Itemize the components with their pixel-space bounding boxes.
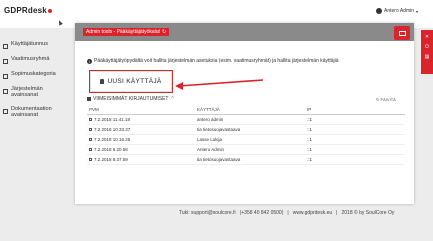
sidebar-item-label: Vaatimusryhmä (11, 56, 50, 62)
table-row: 7.2.2018 11.41.18 antero admin ::1 (87, 114, 405, 125)
sidebar-item-label: Käyttäjätunnus (11, 41, 49, 47)
sidebar-item-users[interactable]: Käyttäjätunnus (0, 40, 52, 55)
recent-logins-label: VIIMEISIMMÄT KIRJAUTUMISET (93, 96, 169, 102)
info-label: Pääkäyttäjätyöpydältä voit hallita järje… (94, 58, 339, 64)
user-icon (376, 8, 382, 14)
admin-tools-tag: Admin tools - Pääkäyttäjätyökalut ↻ (83, 28, 170, 36)
info-text: i Pääkäyttäjätyöpydältä voit hallita jär… (87, 58, 339, 64)
sidebar-item-label: Järjestelmän avainsanat (11, 86, 43, 98)
column-header-ip: IP (307, 106, 405, 115)
footer-phone: (+358 40 842 0500) (239, 210, 284, 216)
login-date: 7.2.2018 9.20.58 (87, 144, 197, 155)
table-row: 7.2.2018 9.20.58 Antero Admin ::1 (87, 144, 405, 155)
login-ip: ::1 (307, 114, 405, 125)
calendar-icon (89, 117, 92, 121)
recent-logins-table: PVM KÄYTTÄJÄ IP 7.2.2018 11.41.18 antero… (87, 106, 405, 165)
folder-icon (3, 74, 8, 79)
recent-logins-title: VIIMEISIMMÄT KIRJAUTUMISET ⌃ (87, 96, 175, 102)
tag-icon (3, 89, 8, 94)
logo-dot (47, 8, 52, 13)
folder-icon[interactable]: ▤ (421, 54, 433, 60)
table-header-row: PVM KÄYTTÄJÄ IP (87, 106, 405, 115)
column-header-user: KÄYTTÄJÄ (197, 106, 307, 115)
sidebar-item-system-keywords[interactable]: Järjestelmän avainsanat (0, 85, 52, 105)
calendar-icon (89, 147, 92, 151)
close-icon[interactable]: ✕ (421, 34, 433, 40)
refresh-icon[interactable]: ↻ (162, 29, 166, 35)
refresh-button[interactable]: ↻ PÄIVITÄ (376, 97, 396, 102)
app-logo[interactable]: GDPRdesk (4, 6, 52, 15)
chevron-up-icon[interactable]: ⌃ (170, 96, 174, 102)
mail-button[interactable] (394, 26, 410, 40)
sidebar-item-contract-categories[interactable]: Sopimuskategoria (0, 70, 56, 85)
new-user-button[interactable]: UUSI KÄYTTÄJÄ (89, 70, 173, 93)
pointer-arrow (175, 79, 264, 90)
login-ip: ::1 (307, 124, 405, 135)
footer-separator: | (336, 210, 338, 216)
footer-copyright: 2018 © by SoulCore Oy (341, 210, 395, 216)
login-date: 7.2.2018 10.16.25 (87, 134, 197, 145)
sidebar: Käyttäjätunnus Vaatimusryhmä Sopimuskate… (0, 40, 56, 125)
calendar-icon (89, 157, 92, 161)
footer-support[interactable]: Tuki: support@soulcore.fi (179, 210, 236, 216)
person-icon (100, 79, 105, 84)
right-toolbar: ✕ ⏻ ▤ (421, 30, 433, 74)
info-icon: i (87, 58, 92, 64)
chevron-down-icon: ▾ (416, 8, 419, 14)
user-name: Antero Admin (384, 8, 415, 14)
admin-tools-title: Admin tools - Pääkäyttäjätyökalut (86, 29, 160, 35)
calendar-icon (89, 137, 92, 141)
sidebar-item-requirement-groups[interactable]: Vaatimusryhmä (0, 55, 52, 70)
refresh-label: PÄIVITÄ (380, 97, 396, 102)
footer: Tuki: support@soulcore.fi (+358 40 842 0… (179, 210, 394, 216)
table-row: 7.2.2018 10.33.37 tia tietosuojavastaava… (87, 124, 405, 135)
new-user-label: UUSI KÄYTTÄJÄ (107, 78, 162, 85)
login-ip: ::1 (307, 144, 405, 155)
document-icon (3, 109, 8, 114)
card-header: Admin tools - Pääkäyttäjätyökalut ↻ (75, 23, 414, 41)
user-menu[interactable]: Antero Admin ▾ (376, 8, 418, 14)
table-row: 7.2.2018 8.37.59 tia tietosuojavastaava … (87, 154, 405, 165)
sidebar-item-documentation-keywords[interactable]: Dokumentaation avainsanat (0, 105, 52, 125)
footer-separator: | (287, 210, 289, 216)
table-row: 7.2.2018 10.16.25 Lasse Lukija ::1 (87, 134, 405, 145)
login-user: tia tietosuojavastaava (197, 124, 307, 135)
calendar-icon (89, 127, 92, 131)
column-header-date: PVM (87, 106, 197, 115)
login-date: 7.2.2018 8.37.59 (87, 154, 197, 165)
sidebar-item-label: Dokumentaation avainsanat (11, 106, 52, 118)
table-icon (87, 97, 91, 101)
login-user: Antero Admin (197, 144, 307, 155)
user-icon (3, 44, 8, 49)
login-user: Lasse Lukija (197, 134, 307, 145)
mail-icon (398, 30, 406, 36)
sidebar-item-label: Sopimuskategoria (11, 71, 56, 77)
footer-site-link[interactable]: www.gdprdesk.eu (293, 210, 332, 216)
power-icon[interactable]: ⏻ (421, 44, 433, 50)
admin-tools-card: Admin tools - Pääkäyttäjätyökalut ↻ i Pä… (75, 23, 414, 204)
login-date: 7.2.2018 11.41.18 (87, 114, 197, 125)
login-date: 7.2.2018 10.33.37 (87, 124, 197, 135)
login-ip: ::1 (307, 134, 405, 145)
login-user: antero admin (197, 114, 307, 125)
login-user: tia tietosuojavastaava (197, 154, 307, 165)
list-icon (3, 59, 8, 64)
login-ip: ::1 (307, 154, 405, 165)
mouse-cursor-icon (57, 19, 63, 26)
